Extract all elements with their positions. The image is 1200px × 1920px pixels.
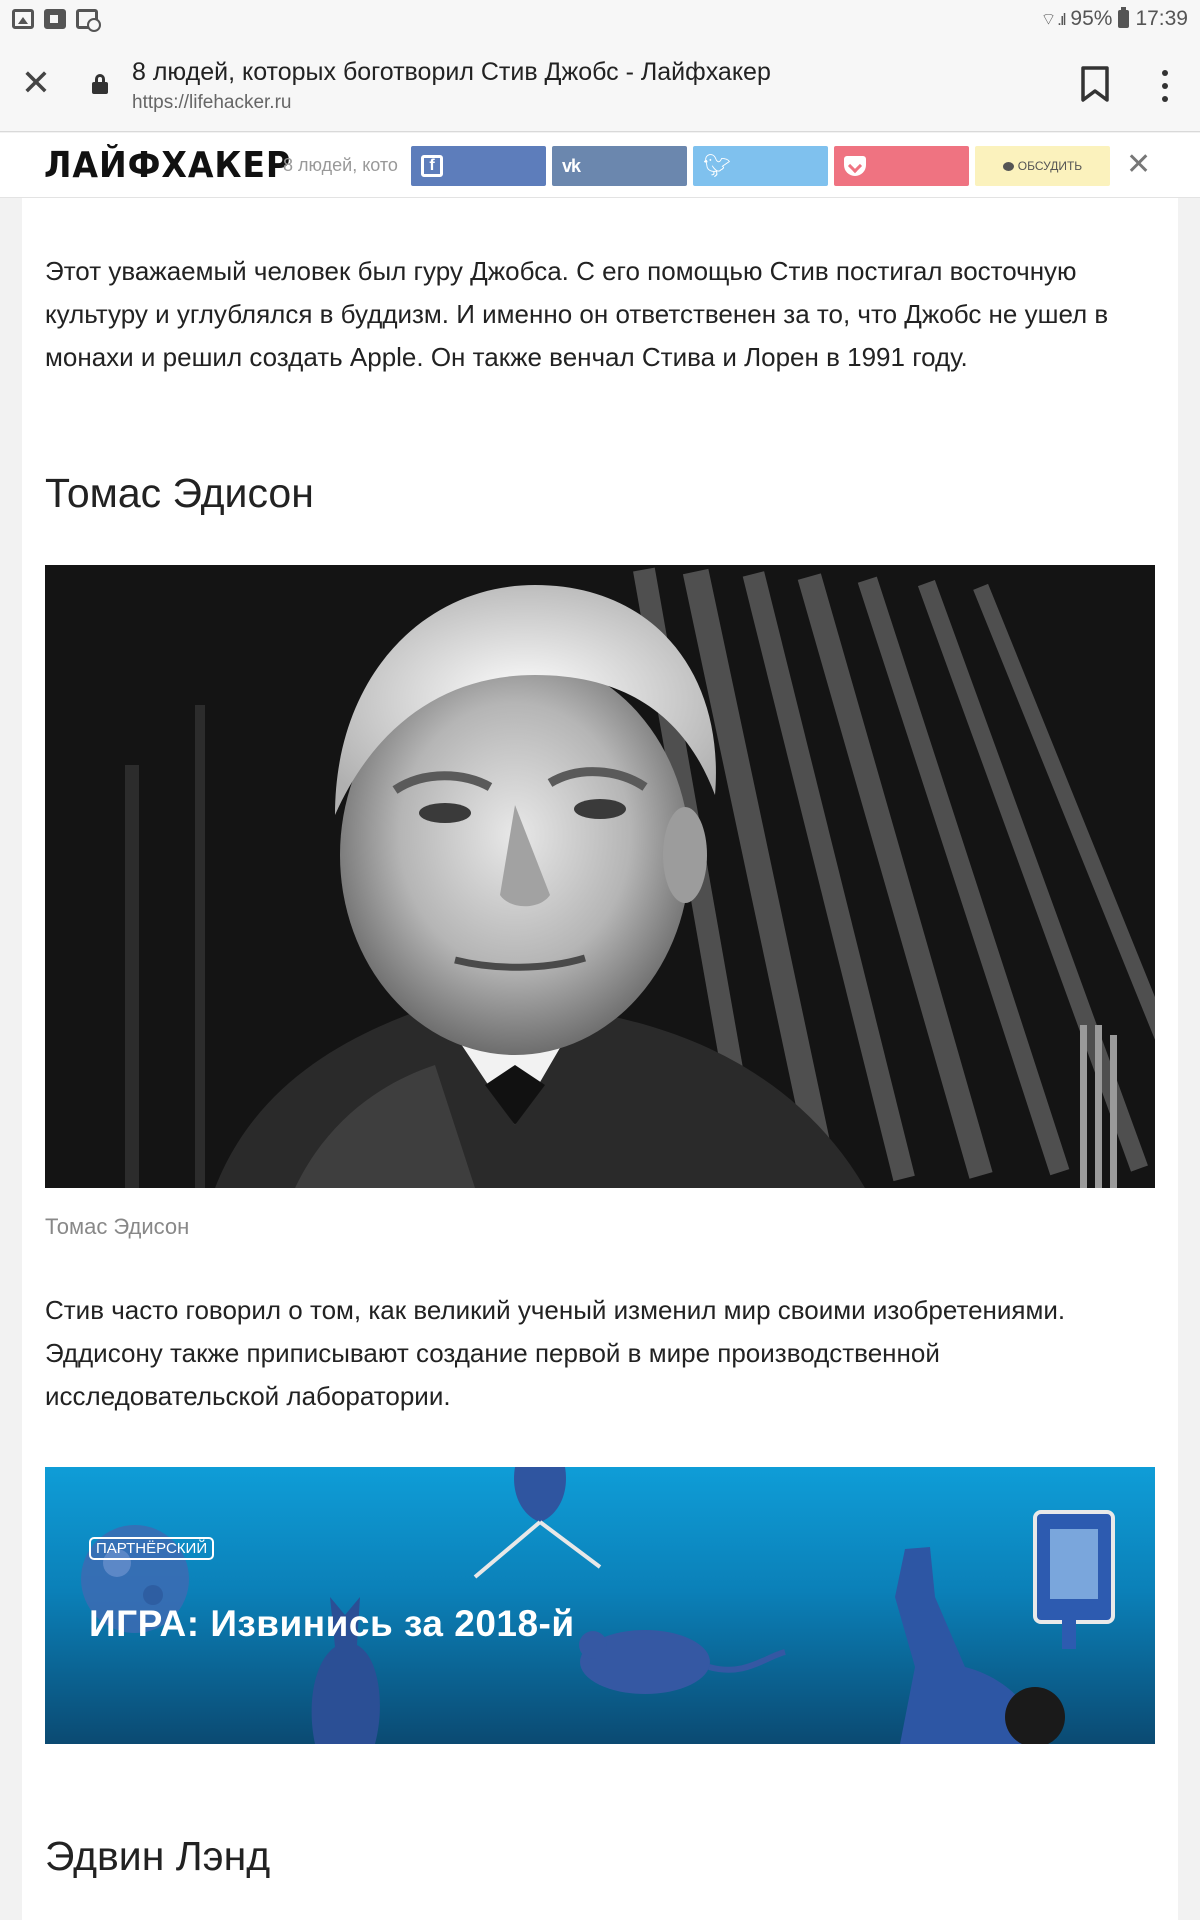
site-logo[interactable]: ЛАЙФХАКЕР — [44, 145, 291, 186]
status-bar: ⌔ .ıl 95% 17:39 — [0, 0, 1200, 38]
flipboard-icon — [44, 9, 66, 29]
close-tab-icon[interactable]: ✕ — [20, 65, 52, 101]
page-url[interactable]: https://lifehacker.ru — [132, 92, 291, 114]
share-twitter-button[interactable]: 🐦︎ — [693, 146, 828, 186]
document-sync-icon — [76, 9, 101, 32]
status-right: ⌔ .ıl 95% 17:39 — [1040, 7, 1188, 31]
section-heading-land: Эдвин Лэнд — [45, 1833, 271, 1879]
share-vk-button[interactable]: vk — [552, 146, 687, 186]
share-pocket-button[interactable] — [834, 146, 969, 186]
lock-icon[interactable] — [92, 74, 108, 94]
facebook-icon: f — [421, 155, 443, 177]
browser-toolbar: ✕ 8 людей, которых боготворил Стив Джобс… — [0, 38, 1200, 132]
twitter-icon: 🐦︎ — [703, 153, 731, 178]
article-paragraph: Стив часто говорил о том, как великий уч… — [45, 1295, 1066, 1411]
more-menu-icon[interactable] — [1150, 66, 1180, 106]
bookmark-icon[interactable] — [1080, 66, 1110, 102]
wifi-signal-icon: ⌔ .ıl — [1040, 9, 1066, 29]
header-close-icon[interactable]: ✕ — [1126, 147, 1151, 182]
site-header: ЛАЙФХАКЕР 8 людей, кото f vk 🐦︎ ОБСУДИТЬ… — [0, 133, 1200, 198]
vk-icon: vk — [562, 155, 581, 176]
page-title[interactable]: 8 людей, которых боготворил Стив Джобс -… — [132, 58, 771, 87]
battery-icon — [1118, 7, 1130, 28]
gallery-icon — [12, 9, 34, 29]
promo-title[interactable]: ИГРА: Извинись за 2018-й — [89, 1603, 575, 1645]
section-heading-edison: Томас Эдисон — [45, 470, 314, 516]
image-caption: Томас Эдисон — [45, 1214, 190, 1239]
discuss-label: ОБСУДИТЬ — [1017, 159, 1083, 173]
article-body: Этот уважаемый человек был гуру Джобса. … — [22, 198, 1178, 1920]
share-facebook-button[interactable]: f — [411, 146, 546, 186]
edison-portrait-image[interactable] — [45, 565, 1155, 1188]
header-article-excerpt: 8 людей, кото — [283, 155, 398, 175]
battery-percent: 95% — [1070, 7, 1113, 30]
promo-badge: ПАРТНЁРСКИЙ — [89, 1537, 215, 1560]
article-paragraph: Этот уважаемый человек был гуру Джобса. … — [45, 256, 1109, 372]
pocket-icon — [844, 156, 866, 176]
clock: 17:39 — [1135, 7, 1188, 30]
notification-icons — [12, 9, 101, 32]
discuss-button[interactable]: ОБСУДИТЬ — [975, 146, 1110, 186]
comment-bubble-icon — [1002, 161, 1014, 171]
partner-promo-banner[interactable]: ПАРТНЁРСКИЙ ИГРА: Извинись за 2018-й — [45, 1467, 1155, 1744]
